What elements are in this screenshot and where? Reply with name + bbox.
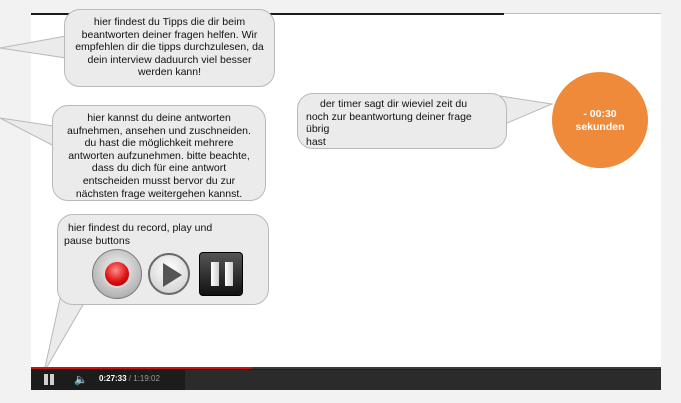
answers-callout-line: aufnehmen, ansehen und zuschneiden. xyxy=(67,124,251,137)
player-pause-button[interactable] xyxy=(43,374,55,385)
answers-callout: hier kannst du deine antworten aufnehmen… xyxy=(52,105,266,201)
controls-callout-line: pause buttons xyxy=(64,234,130,247)
record-icon xyxy=(103,260,131,288)
volume-icon[interactable]: 🔈 xyxy=(74,373,88,386)
timer-callout-line: hast xyxy=(306,135,326,148)
pause-bar-icon xyxy=(44,374,48,385)
current-time: 0:27:33 xyxy=(99,374,127,383)
tips-callout-line: dein interview daduurch viel besser xyxy=(87,53,252,66)
timer-callout-line: der timer sagt dir wieviel zeit du xyxy=(320,98,468,110)
tips-callout-line: werden kann! xyxy=(137,66,202,79)
controls-callout-line: hier findest du record, play und xyxy=(68,222,213,234)
pause-bar-icon xyxy=(50,374,54,385)
tips-callout-line: beantworten deiner fragen helfen. Wir xyxy=(81,28,258,41)
answers-callout-line: du hast die möglichkeit mehrere xyxy=(84,137,234,150)
player-time: 0:27:33 / 1:19:02 xyxy=(99,374,160,383)
answers-callout-line: entscheiden musst bervor du zur xyxy=(82,174,236,187)
answers-callout-line: antworten aufzunehmen. bitte beachte, xyxy=(68,149,250,162)
top-border-line-light xyxy=(504,13,661,14)
record-button[interactable] xyxy=(92,249,142,299)
pause-button[interactable] xyxy=(199,252,243,296)
tips-callout-line: hier findest du Tipps die dir beim xyxy=(93,16,246,28)
answers-callout-line: nächsten frage weitergehen kannst. xyxy=(75,187,243,200)
play-icon xyxy=(163,263,182,287)
timer-value: - 00:30 xyxy=(583,108,617,120)
play-button[interactable] xyxy=(148,253,190,295)
answers-callout-line: hier kannst du deine antworten xyxy=(87,112,231,124)
answers-callout-line: dass du dich für eine antwort xyxy=(91,162,227,175)
timer-callout: der timer sagt dir wieviel zeit du noch … xyxy=(297,93,507,149)
total-time: 1:19:02 xyxy=(133,374,160,383)
tips-callout: hier findest du Tipps die dir beim beant… xyxy=(64,9,275,87)
tips-callout-line: empfehlen dir die tipps durchzulesen, da xyxy=(75,41,264,54)
countdown-timer: - 00:30 sekunden xyxy=(552,72,648,168)
seek-area[interactable] xyxy=(185,370,661,390)
timer-unit: sekunden xyxy=(575,121,625,133)
timer-callout-line: noch zur beantwortung deiner frage übrig xyxy=(306,110,472,136)
